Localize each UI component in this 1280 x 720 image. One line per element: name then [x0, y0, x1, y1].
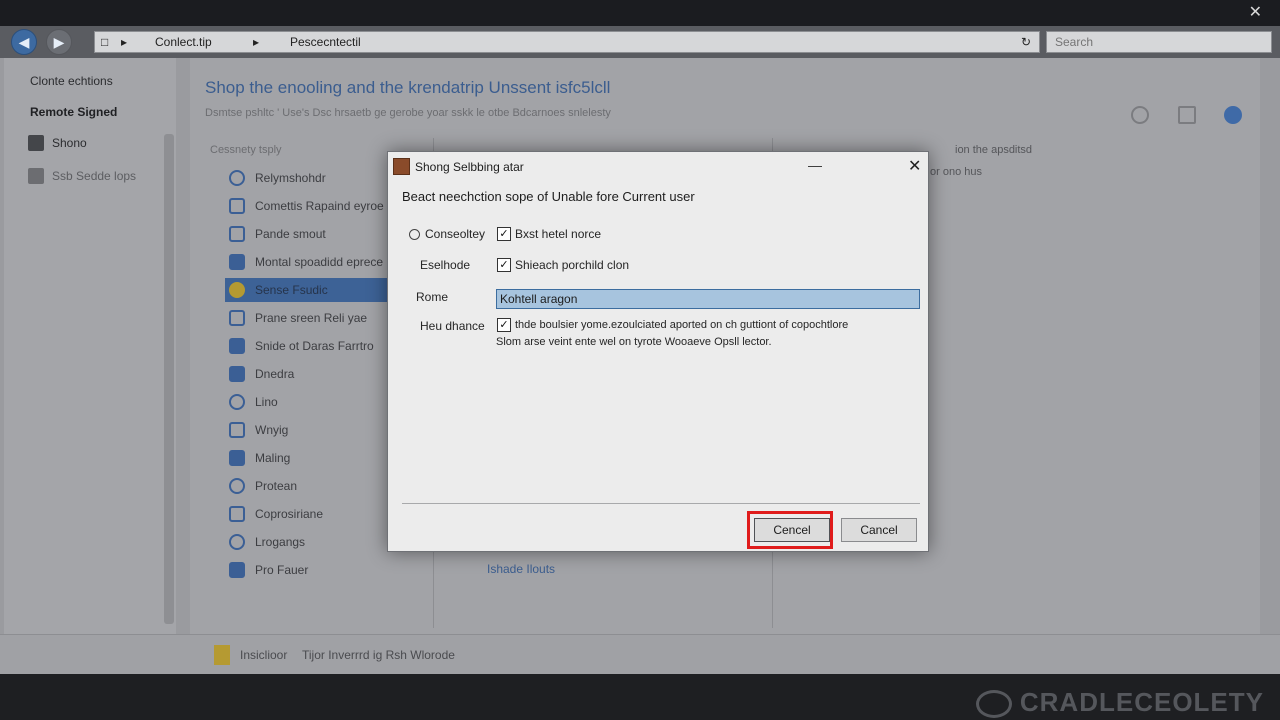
- toolbar-icons: [1107, 106, 1242, 129]
- list-item[interactable]: Maling: [225, 446, 405, 470]
- status-item: Insiclioor: [240, 648, 288, 662]
- detail-text: ion the apsditsd: [955, 144, 1033, 156]
- search-box[interactable]: [1046, 31, 1272, 53]
- calendar-icon: [229, 506, 245, 522]
- monitor-icon: [229, 310, 245, 326]
- forward-button[interactable]: ▶: [46, 29, 72, 55]
- breadcrumb-item[interactable]: Conlect.tip: [155, 35, 212, 49]
- address-field[interactable]: □ ▸ Conlect.tip ▸ Pescecntectil ↻: [94, 31, 1040, 53]
- sidebar-item-remote-signed[interactable]: Remote Signed: [30, 105, 117, 119]
- checkbox[interactable]: ✓: [497, 227, 511, 241]
- list-item[interactable]: Dnedra: [225, 362, 405, 386]
- folder-icon: □: [101, 35, 109, 49]
- list-item[interactable]: Snide ot Daras Farrtro: [225, 334, 405, 358]
- list-item[interactable]: Pande smout: [225, 222, 405, 246]
- checkbox-label: Shieach porchild clon: [515, 258, 630, 272]
- list-item[interactable]: Pro Fauer: [225, 558, 405, 582]
- status-bar: Insiclioor Tijor Inverrrd ig Rsh Wlorode: [0, 634, 1280, 674]
- arrow-left-icon: ◀: [18, 34, 30, 50]
- field-label: Rome: [416, 290, 449, 304]
- app-icon: [393, 158, 410, 175]
- minimize-icon[interactable]: —: [808, 157, 822, 173]
- dialog-separator: [402, 503, 920, 504]
- checkbox[interactable]: ✓: [497, 258, 511, 272]
- field-label: Conseoltey: [425, 227, 486, 241]
- settings-list: Cessnety tsply Relymshohdr Comettis Rapa…: [210, 138, 405, 628]
- window-close-icon[interactable]: ✕: [1249, 2, 1262, 22]
- folder-icon: [229, 254, 245, 270]
- drive-icon: [229, 366, 245, 382]
- arrow-right-icon: ▶: [53, 34, 65, 50]
- checkbox[interactable]: ✓: [497, 318, 511, 332]
- sidebar-item-settings[interactable]: Ssb Sedde lops: [52, 169, 136, 183]
- settings-dialog: Shong Selbbing atar — ✕ Beact neechction…: [387, 151, 929, 552]
- dialog-titlebar: Shong Selbbing atar — ✕: [388, 152, 928, 182]
- address-bar: ◀ ▶ □ ▸ Conlect.tip ▸ Pescecntectil ↻: [0, 26, 1280, 58]
- field-label: Heu dhance: [420, 319, 485, 333]
- list-item-selected[interactable]: Sense Fsudic: [225, 278, 405, 302]
- dialog-heading: Beact neechction sope of Unable fore Cur…: [402, 189, 695, 204]
- list-item[interactable]: Montal spoadidd eprece: [225, 250, 405, 274]
- logo-icon: [975, 690, 1012, 718]
- file-icon: [214, 645, 230, 665]
- chevron-right-icon: ▸: [253, 35, 260, 49]
- list-item[interactable]: Relymshohdr: [225, 166, 405, 190]
- list-item[interactable]: Coprosiriane: [225, 502, 405, 526]
- description-text: Slom arse veint ente wel on tyrote Wooae…: [496, 336, 772, 348]
- printer-icon: [229, 562, 245, 578]
- status-item: Tijor Inverrrd ig Rsh Wlorode: [302, 648, 455, 662]
- link-icon: [229, 394, 245, 410]
- sidebar-item-show[interactable]: Shono: [52, 136, 87, 150]
- field-label: Eselhode: [420, 258, 471, 272]
- back-button[interactable]: ◀: [11, 29, 37, 55]
- close-icon[interactable]: ✕: [908, 156, 921, 176]
- sidebar-scrollbar[interactable]: [164, 134, 174, 624]
- window-icon: [229, 198, 245, 214]
- radio-button[interactable]: [409, 229, 420, 240]
- sidebar-item-connections[interactable]: Clonte echtions: [30, 74, 113, 88]
- page-icon: [28, 168, 44, 184]
- person-icon: [229, 534, 245, 550]
- keyboard-icon: [229, 422, 245, 438]
- detail-text: or ono hus: [930, 166, 982, 178]
- list-header: Cessnety tsply: [210, 144, 282, 156]
- details-link[interactable]: Ishade Ilouts: [487, 562, 555, 576]
- cancel-button-primary[interactable]: Cencel: [754, 518, 830, 542]
- lock-icon: [229, 282, 245, 298]
- globe-icon: [229, 170, 245, 186]
- window-title-strip: ✕: [0, 0, 1280, 26]
- checkbox-label: Bxst hetel norce: [515, 227, 602, 241]
- list-item[interactable]: Lrogangs: [225, 530, 405, 554]
- mail-icon: [229, 450, 245, 466]
- chevron-right-icon: ▸: [121, 35, 128, 49]
- sidebar: Clonte echtions Remote Signed Shono Ssb …: [4, 58, 176, 634]
- search-input[interactable]: [1047, 32, 1271, 52]
- page-title: Shop the enooling and the krendatrip Uns…: [205, 78, 611, 97]
- cancel-button[interactable]: Cancel: [841, 518, 917, 542]
- refresh-icon[interactable]: ↻: [1021, 35, 1031, 49]
- list-item[interactable]: Lino: [225, 390, 405, 414]
- key-icon[interactable]: [1177, 106, 1196, 124]
- grid-icon: [229, 226, 245, 242]
- list-item[interactable]: Wnyig: [225, 418, 405, 442]
- checkbox-label: thde boulsier yome.ezoulciated aported o…: [515, 319, 849, 331]
- shield-icon: [229, 338, 245, 354]
- help-icon[interactable]: [1224, 106, 1242, 124]
- list-item[interactable]: Prane sreen Reli yae: [225, 306, 405, 330]
- dialog-title: Shong Selbbing atar: [415, 160, 524, 174]
- refresh-icon[interactable]: [1131, 106, 1150, 124]
- document-icon: [28, 135, 44, 151]
- list-item[interactable]: Protean: [225, 474, 405, 498]
- page-subtitle: Dsmtse pshltc ' Use's Dsc hrsaetb ge ger…: [205, 107, 611, 119]
- list-item[interactable]: Comettis Rapaind eyroe: [225, 194, 405, 218]
- breadcrumb-item[interactable]: Pescecntectil: [290, 35, 361, 49]
- cloud-icon: [229, 478, 245, 494]
- watermark-logo: CRADLECEOLETY: [975, 687, 1264, 718]
- name-input[interactable]: [496, 289, 920, 309]
